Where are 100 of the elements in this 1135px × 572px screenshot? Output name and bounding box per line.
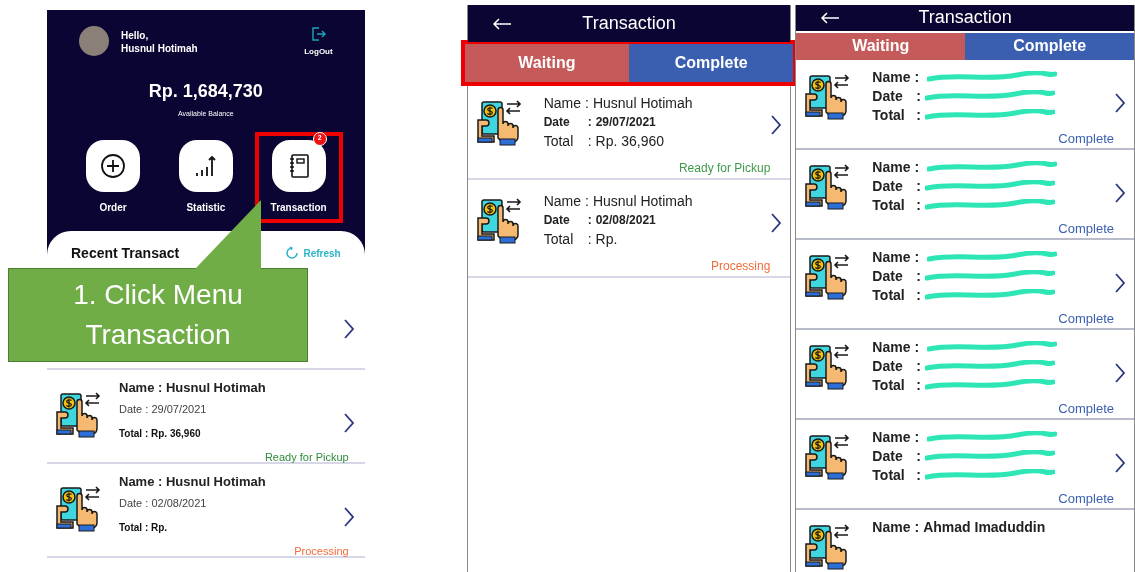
field-label: Total [872, 105, 906, 125]
screen-title: Transaction [918, 6, 1012, 30]
user-name: Husnul Hotimah [121, 42, 198, 55]
chevron-right-icon[interactable] [1114, 361, 1126, 384]
chevron-right-icon[interactable] [342, 505, 355, 528]
field-separator: : [916, 285, 921, 305]
field-separator: : [914, 247, 920, 267]
field-label: Name [872, 517, 911, 537]
field-label: Date [543, 212, 571, 229]
field-label: Name [872, 247, 911, 267]
field-separator: : [916, 356, 921, 376]
transaction-total: Rp. 36,960 [595, 132, 665, 151]
field-label: Name [543, 94, 582, 113]
plus-circle-icon [100, 152, 126, 179]
field-separator: : [916, 446, 921, 466]
field-label: Name [872, 427, 911, 447]
field-separator: : [585, 192, 589, 211]
transaction-date: 29/07/2021 [595, 114, 656, 131]
transaction-date: Date : 29/07/2021 [119, 402, 208, 417]
back-arrow-icon[interactable] [491, 17, 512, 30]
status-label: Complete [1058, 489, 1114, 508]
transaction-date: 02/08/2021 [595, 212, 656, 229]
field-label: Total [872, 375, 906, 395]
field-separator: : [914, 157, 920, 177]
balance-amount: Rp. 1,684,730 [148, 80, 263, 103]
menu-button[interactable]: Order [73, 135, 153, 219]
status-label: Complete [1058, 129, 1114, 148]
hand-phone-coin-icon [55, 389, 103, 440]
field-separator: : [587, 230, 592, 249]
transaction-total: Total : Rp. 36,960 [119, 426, 202, 441]
field-label: Date [543, 114, 571, 131]
status-label: Complete [1058, 219, 1114, 238]
transaction-total: Total : Rp. [119, 520, 169, 535]
instruction-tooltip: 1. Click Menu Transaction [8, 268, 308, 362]
field-separator: : [916, 266, 921, 286]
section-title: Recent Transact [71, 243, 180, 263]
field-separator: : [916, 176, 921, 196]
status-label: Ready for Pickup [264, 449, 349, 465]
field-label: Date [872, 86, 904, 106]
tab[interactable]: Waiting [796, 32, 966, 60]
field-separator: : [916, 465, 921, 485]
field-label: Total [872, 285, 906, 305]
chevron-right-icon[interactable] [770, 212, 783, 234]
hand-phone-coin-icon [475, 98, 524, 148]
field-separator: : [916, 195, 921, 215]
hand-phone-coin-icon [55, 483, 103, 534]
chevron-right-icon[interactable] [342, 411, 355, 434]
transaction-date: Date : 02/08/2021 [119, 496, 208, 511]
transaction-name: Name : Husnul Hotimah [119, 472, 267, 491]
refresh-icon [285, 246, 300, 260]
transaction-name: Name : Husnul Hotimah [119, 378, 267, 397]
field-label: Name [872, 157, 911, 177]
chevron-right-icon[interactable] [1114, 91, 1126, 114]
field-separator: : [916, 86, 921, 106]
field-label: Total [543, 230, 575, 249]
chevron-right-icon[interactable] [1114, 181, 1126, 204]
logout-button[interactable]: LogOut [304, 26, 333, 58]
status-label: Complete [1058, 399, 1114, 418]
field-label: Date [872, 176, 904, 196]
hand-phone-coin-icon [475, 196, 524, 246]
field-separator: : [914, 67, 920, 87]
field-separator: : [916, 105, 921, 125]
customer-name: Husnul Hotimah [592, 192, 693, 211]
avatar [79, 26, 109, 56]
field-label: Date [872, 356, 904, 376]
transaction-total: Rp. [595, 230, 618, 249]
status-label: Complete [1058, 309, 1114, 328]
menu-button[interactable]: Statistic [165, 135, 246, 219]
back-arrow-icon[interactable] [820, 11, 841, 24]
tab[interactable]: Complete [965, 32, 1134, 60]
field-label: Date [872, 266, 904, 286]
customer-name: Husnul Hotimah [592, 94, 693, 113]
chevron-right-icon[interactable] [1114, 271, 1126, 294]
chevron-right-icon[interactable] [1114, 451, 1126, 474]
field-label: Name [872, 67, 911, 87]
field-label: Date [872, 446, 904, 466]
field-separator: : [587, 114, 592, 131]
field-separator: : [914, 427, 920, 447]
tab[interactable]: Complete [629, 44, 794, 82]
field-label: Name [872, 337, 911, 357]
field-separator: : [587, 212, 592, 229]
field-label: Total [872, 465, 906, 485]
field-separator: : [587, 132, 592, 151]
tab[interactable]: Waiting [464, 44, 629, 82]
field-separator: : [914, 517, 920, 537]
field-separator: : [916, 375, 921, 395]
chevron-right-icon[interactable] [342, 317, 355, 340]
status-label: Processing [710, 258, 771, 275]
status-label: Ready for Pickup [678, 160, 771, 177]
customer-name: Ahmad Imaduddin [923, 517, 1046, 537]
logout-icon [310, 26, 327, 42]
chevron-right-icon[interactable] [770, 114, 783, 136]
field-label: Name [543, 192, 582, 211]
status-label: Processing [294, 543, 349, 559]
field-label: Total [543, 132, 575, 151]
field-separator: : [914, 337, 920, 357]
screen-title: Transaction [582, 12, 676, 35]
greeting-text: Hello, [121, 30, 150, 43]
field-label: Total [872, 195, 906, 215]
field-separator: : [585, 94, 589, 113]
